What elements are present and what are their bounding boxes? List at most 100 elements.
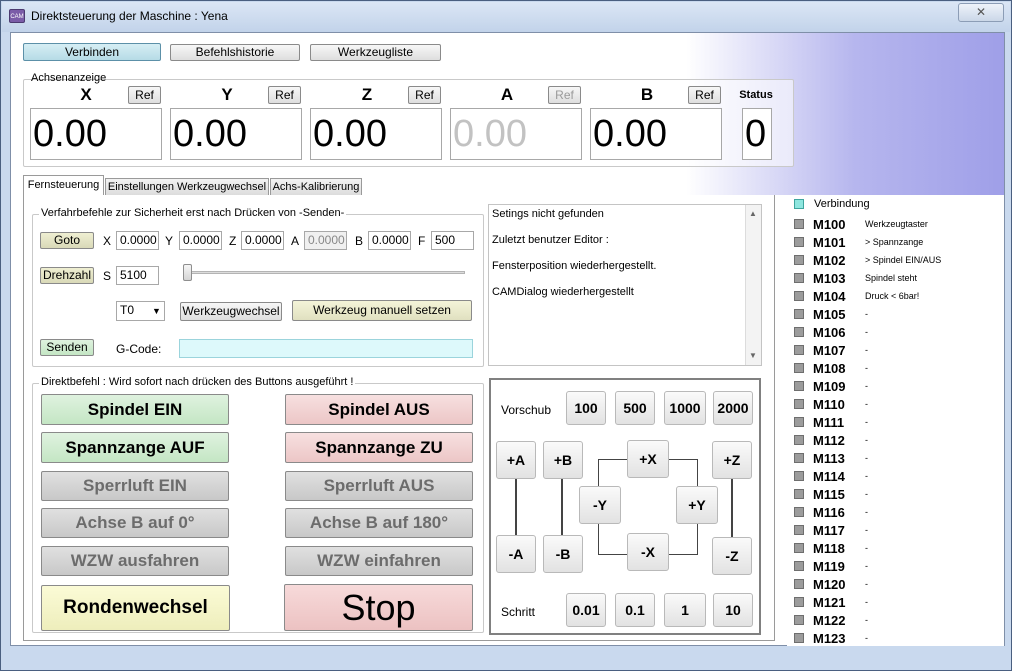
log-line: Fensterposition wiederhergestellt. bbox=[492, 260, 657, 272]
jog-plus-x-button[interactable]: +X bbox=[627, 440, 669, 478]
gcode-input[interactable] bbox=[179, 339, 473, 358]
axis-x-ref-button[interactable]: Ref bbox=[128, 86, 161, 104]
status-value: 0 bbox=[742, 108, 772, 160]
goto-a-input[interactable]: 0.0000 bbox=[304, 231, 347, 250]
goto-y-input[interactable]: 0.0000 bbox=[179, 231, 222, 250]
goto-feed-input[interactable]: 500 bbox=[431, 231, 474, 250]
goto-z-input[interactable]: 0.0000 bbox=[241, 231, 284, 250]
status-led-icon bbox=[794, 399, 804, 409]
speed-input[interactable]: 5100 bbox=[116, 266, 159, 285]
jog-minus-a-button[interactable]: -A bbox=[496, 535, 536, 573]
tab-fernsteuerung[interactable]: Fernsteuerung bbox=[23, 175, 104, 196]
tool-change-button[interactable]: Werkzeugwechsel bbox=[180, 302, 282, 321]
tab-einstellungen-werkzeugwechsel[interactable]: Einstellungen Werkzeugwechsel bbox=[105, 178, 269, 195]
air-on-button[interactable]: Sperrluft EIN bbox=[41, 471, 229, 501]
status-led-icon bbox=[794, 453, 804, 463]
speed-button[interactable]: Drehzahl bbox=[40, 267, 94, 284]
m-code-description: > Spindel EIN/AUS bbox=[865, 255, 942, 265]
axis-z-ref-button[interactable]: Ref bbox=[408, 86, 441, 104]
m-code-description: - bbox=[865, 525, 868, 535]
log-scrollbar[interactable] bbox=[745, 205, 761, 365]
spindle-off-button[interactable]: Spindel AUS bbox=[285, 394, 473, 425]
tool-list-button[interactable]: Werkzeugliste bbox=[310, 44, 441, 61]
jog-minus-y-button[interactable]: -Y bbox=[579, 486, 621, 524]
scroll-down-icon[interactable]: ▼ bbox=[746, 351, 760, 360]
status-led-icon bbox=[794, 237, 804, 247]
m-code-label: M123 bbox=[813, 631, 846, 646]
jog-minus-x-button[interactable]: -X bbox=[627, 533, 669, 571]
m-code-label: M111 bbox=[813, 415, 845, 430]
step-0-1-button[interactable]: 0.1 bbox=[615, 593, 655, 627]
status-led-icon bbox=[794, 345, 804, 355]
status-label: Status bbox=[739, 89, 773, 101]
send-button[interactable]: Senden bbox=[40, 339, 94, 356]
jog-plus-z-button[interactable]: +Z bbox=[712, 441, 752, 479]
feed-2000-button[interactable]: 2000 bbox=[713, 391, 753, 425]
collet-close-button[interactable]: Spannzange ZU bbox=[285, 432, 473, 463]
jog-minus-z-button[interactable]: -Z bbox=[712, 537, 752, 575]
app-icon: CAM bbox=[9, 9, 25, 23]
axis-b-zero-button[interactable]: Achse B auf 0° bbox=[41, 508, 229, 538]
goto-b-label: B bbox=[355, 234, 364, 248]
spindle-on-button[interactable]: Spindel EIN bbox=[41, 394, 229, 425]
axis-z-rail bbox=[731, 477, 733, 539]
chevron-down-icon: ▼ bbox=[152, 306, 161, 316]
status-led-icon bbox=[794, 633, 804, 643]
jog-plus-a-button[interactable]: +A bbox=[496, 441, 536, 479]
round-change-button[interactable]: Rondenwechsel bbox=[41, 585, 230, 631]
axis-y-value: 0.00 bbox=[170, 108, 302, 160]
m-code-description: - bbox=[865, 435, 868, 445]
axis-b-ref-button[interactable]: Ref bbox=[688, 86, 721, 104]
speed-slider-track[interactable] bbox=[186, 271, 465, 274]
stop-button[interactable]: Stop bbox=[284, 584, 473, 631]
history-button[interactable]: Befehlshistorie bbox=[170, 44, 300, 61]
status-led-icon bbox=[794, 525, 804, 535]
status-led-icon bbox=[794, 615, 804, 625]
tool-manual-button[interactable]: Werkzeug manuell setzen bbox=[292, 300, 472, 321]
tab-achs-kalibrierung[interactable]: Achs-Kalibrierung bbox=[270, 178, 362, 195]
m-code-label: M105 bbox=[813, 307, 846, 322]
step-0-01-button[interactable]: 0.01 bbox=[566, 593, 606, 627]
m-code-label: M112 bbox=[813, 433, 845, 448]
m-code-label: M115 bbox=[813, 487, 845, 502]
status-led-icon bbox=[794, 543, 804, 553]
status-led-icon bbox=[794, 255, 804, 265]
axis-b-value: 0.00 bbox=[590, 108, 722, 160]
step-10-button[interactable]: 10 bbox=[713, 593, 753, 627]
axis-a-ref-button[interactable]: Ref bbox=[548, 86, 581, 104]
air-off-button[interactable]: Sperrluft AUS bbox=[285, 471, 473, 501]
close-button[interactable]: ✕ bbox=[958, 3, 1004, 22]
m-code-description: - bbox=[865, 381, 868, 391]
scroll-up-icon[interactable]: ▲ bbox=[746, 209, 760, 218]
axis-y-ref-button[interactable]: Ref bbox=[268, 86, 301, 104]
tool-select[interactable]: T0 ▼ bbox=[116, 301, 165, 321]
wzw-retract-button[interactable]: WZW einfahren bbox=[285, 546, 473, 576]
collet-open-button[interactable]: Spannzange AUF bbox=[41, 432, 229, 463]
m-code-label: M114 bbox=[813, 469, 845, 484]
feed-500-button[interactable]: 500 bbox=[615, 391, 655, 425]
connect-button[interactable]: Verbinden bbox=[23, 43, 161, 61]
status-led-icon bbox=[794, 579, 804, 589]
m-code-description: - bbox=[865, 363, 868, 373]
goto-button[interactable]: Goto bbox=[40, 232, 94, 249]
goto-x-input[interactable]: 0.0000 bbox=[116, 231, 159, 250]
jog-plus-y-button[interactable]: +Y bbox=[676, 486, 718, 524]
goto-b-input[interactable]: 0.0000 bbox=[368, 231, 411, 250]
feed-1000-button[interactable]: 1000 bbox=[664, 391, 706, 425]
speed-slider-thumb[interactable] bbox=[183, 264, 192, 281]
m-code-description: - bbox=[865, 579, 868, 589]
status-led-icon bbox=[794, 417, 804, 427]
jog-minus-b-button[interactable]: -B bbox=[543, 535, 583, 573]
wzw-extend-button[interactable]: WZW ausfahren bbox=[41, 546, 229, 576]
m-code-label: M107 bbox=[813, 343, 846, 358]
step-1-button[interactable]: 1 bbox=[664, 593, 706, 627]
log-line: Zuletzt benutzer Editor : bbox=[492, 234, 609, 246]
feed-100-button[interactable]: 100 bbox=[566, 391, 606, 425]
m-code-description: - bbox=[865, 345, 868, 355]
status-led-icon bbox=[794, 471, 804, 481]
status-led-icon bbox=[794, 363, 804, 373]
jog-plus-b-button[interactable]: +B bbox=[543, 441, 583, 479]
m-code-description: Druck < 6bar! bbox=[865, 291, 920, 301]
axis-b-180-button[interactable]: Achse B auf 180° bbox=[285, 508, 473, 538]
direct-group-label: Direktbefehl : Wird sofort nach drücken … bbox=[39, 376, 356, 388]
